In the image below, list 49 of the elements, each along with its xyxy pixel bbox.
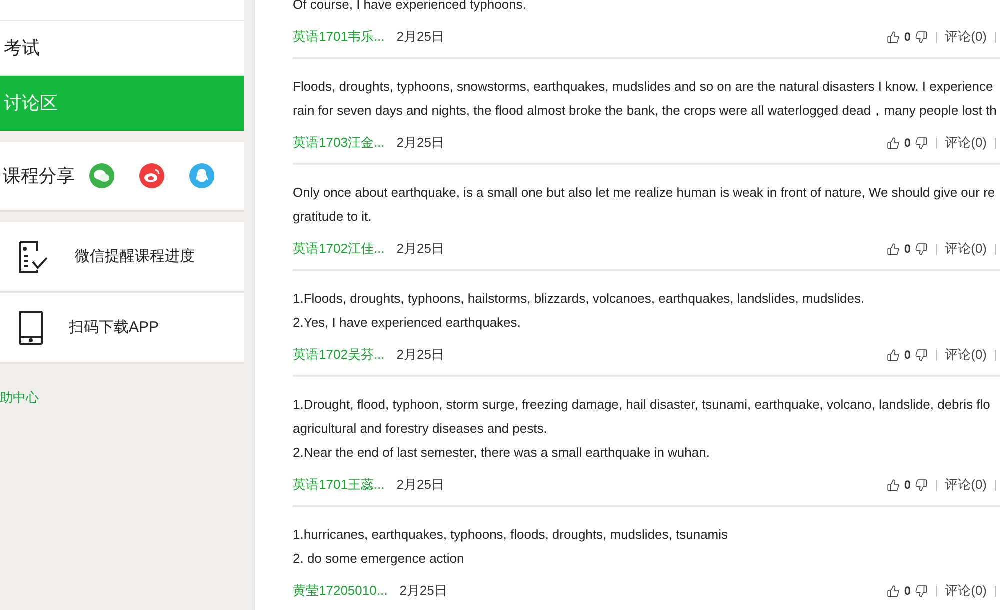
- like-icon[interactable]: [887, 30, 900, 44]
- comments-link[interactable]: 评论(0): [945, 582, 987, 600]
- like-count: 0: [904, 242, 912, 256]
- dislike-icon[interactable]: [915, 30, 928, 44]
- post-text: Only once about earthquake, is a small one but also let me realize human is weak in front of nature, We should give our re: [293, 184, 996, 202]
- comments-link[interactable]: 评论(0): [945, 28, 987, 46]
- like-count: 0: [904, 30, 912, 44]
- post-date: 2月25日: [400, 582, 448, 600]
- like-icon[interactable]: [887, 136, 900, 150]
- like-count: 0: [904, 478, 912, 492]
- share-label: 课程分享: [3, 165, 75, 188]
- post-text: 1.Drought, flood, typhoon, storm surge, freezing damage, hail disaster, tsunami, earthquake, volcano, landslide, debris flo: [293, 396, 992, 414]
- post-text: Floods, droughts, typhoons, snowstorms, earthquakes, mudslides and so on are the natural disasters I know. I experience: [293, 78, 994, 96]
- wechat-icon[interactable]: [89, 163, 115, 189]
- dislike-icon[interactable]: [915, 348, 928, 362]
- post-text: gratitude to it.: [293, 208, 373, 226]
- post-date: 2月25日: [396, 240, 444, 258]
- comments-link[interactable]: 评论(0): [945, 476, 987, 494]
- post-text: 1.hurricanes, earthquakes, typhoons, floods, droughts, mudslides, tsunamis: [293, 526, 730, 544]
- like-count: 0: [904, 584, 912, 598]
- like-count: 0: [904, 348, 912, 362]
- like-icon[interactable]: [887, 348, 900, 362]
- post-date: 2月25日: [396, 28, 444, 46]
- post-text: 2.Near the end of last semester, there was a small earthquake in wuhan.: [293, 444, 711, 462]
- dislike-icon[interactable]: [915, 584, 928, 598]
- dislike-icon[interactable]: [915, 242, 928, 256]
- post-date: 2月25日: [396, 476, 444, 494]
- post-text: 1.Floods, droughts, typhoons, hailstorms, blizzards, volcanoes, earthquakes, landslides, mudslides.: [293, 290, 866, 308]
- comments-link[interactable]: 评论(0): [945, 240, 987, 258]
- like-icon[interactable]: [887, 242, 900, 256]
- nav-item[interactable]: 考试: [0, 21, 244, 76]
- reminder-item[interactable]: 扫码下载APP: [0, 293, 244, 364]
- dislike-icon[interactable]: [915, 136, 928, 150]
- post-text: rain for seven days and nights, the flood almost broke the bank, the crops were all waterlogged dead，many people lost th: [293, 102, 998, 120]
- post-text: agricultural and forestry diseases and pests.: [293, 420, 548, 438]
- post-date: 2月25日: [396, 134, 444, 152]
- post-text: 2. do some emergence action: [293, 550, 466, 568]
- post-date: 2月25日: [396, 346, 444, 364]
- reminder-item[interactable]: 微信提醒课程进度: [0, 222, 244, 293]
- post-text: 2.Yes, I have experienced earthquakes.: [293, 314, 522, 332]
- comments-link[interactable]: 评论(0): [945, 346, 987, 364]
- weibo-icon[interactable]: [139, 163, 165, 189]
- checklist-icon: [18, 240, 50, 274]
- like-icon[interactable]: [887, 584, 900, 598]
- like-count: 0: [904, 136, 912, 150]
- phone-icon: [18, 310, 44, 344]
- like-icon[interactable]: [887, 478, 900, 492]
- dislike-icon[interactable]: [915, 478, 928, 492]
- comments-link[interactable]: 评论(0): [945, 134, 987, 152]
